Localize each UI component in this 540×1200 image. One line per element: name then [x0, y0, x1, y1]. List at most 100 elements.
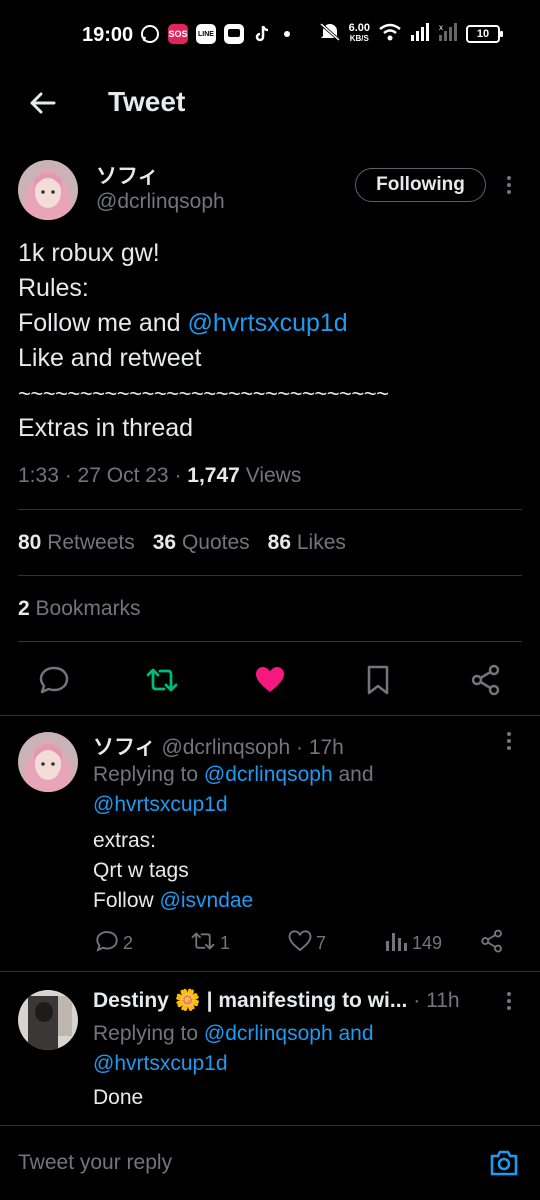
- reply-views-action[interactable]: 149: [384, 929, 442, 958]
- signal-icon: [410, 23, 430, 44]
- back-arrow-icon[interactable]: [26, 86, 60, 120]
- retweets-label: Retweets: [47, 531, 135, 554]
- divider: [18, 575, 522, 576]
- network-speed: 6.00 KB/S: [349, 23, 370, 44]
- reply-body: Replying to @dcrlinqsoph and @hvrtsxcup1…: [93, 760, 513, 916]
- mention-link[interactable]: @hvrtsxcup1d: [188, 309, 348, 337]
- reply-icon: [95, 929, 119, 958]
- status-bar: 19:00 SOS LINE 6.00 KB/S x 10: [0, 0, 540, 72]
- share-icon: [480, 929, 504, 958]
- page-title: Tweet: [108, 86, 186, 117]
- battery-icon: 10: [466, 24, 503, 43]
- quotes-label: Quotes: [181, 531, 250, 554]
- replying-to-user-2[interactable]: @hvrtsxcup1d: [93, 1049, 513, 1079]
- reply-count: 2: [123, 933, 134, 953]
- share-icon[interactable]: [470, 664, 502, 696]
- tweet-text: 1k robux gw! Rules: Follow me and @hvrts…: [18, 236, 528, 446]
- likes-label: Likes: [296, 531, 346, 554]
- reply-author-name[interactable]: Destiny 🌼 | manifesting to wi...: [93, 989, 407, 1012]
- reply-avatar[interactable]: [18, 990, 78, 1050]
- replying-to-user-2[interactable]: @hvrtsxcup1d: [93, 790, 513, 820]
- camera-icon[interactable]: [488, 1147, 520, 1179]
- mute-icon: [319, 22, 341, 45]
- and-label: and: [332, 1022, 374, 1045]
- signal-2-icon: x: [438, 23, 458, 44]
- more-options-icon[interactable]: [506, 176, 512, 194]
- reply-like-action[interactable]: 7: [288, 929, 326, 958]
- reply-icon[interactable]: [38, 664, 70, 696]
- retweets-count: 80: [18, 531, 42, 554]
- author-handle[interactable]: @dcrlinqsoph: [96, 190, 225, 214]
- following-button[interactable]: Following: [355, 168, 486, 202]
- retweet-icon: [190, 929, 216, 958]
- tweet-actions: [0, 660, 540, 700]
- reply-share-action[interactable]: [480, 929, 504, 958]
- svg-text:x: x: [439, 23, 443, 32]
- wifi-icon: [378, 23, 402, 44]
- network-speed-unit: KB/S: [349, 34, 369, 43]
- replying-to-label: Replying to: [93, 763, 204, 786]
- quotes-count: 36: [152, 531, 177, 554]
- retweet-icon[interactable]: [146, 664, 178, 696]
- views-count: 1,747: [187, 464, 240, 487]
- messages-icon: [224, 24, 244, 44]
- reply-text-line-3: Follow @isvndae: [93, 886, 513, 916]
- tweet-line-3-text: Follow me and: [18, 309, 188, 337]
- reply-body: Replying to @dcrlinqsoph and @hvrtsxcup1…: [93, 1019, 513, 1113]
- tweet-line-4: Like and retweet: [18, 344, 202, 372]
- tweet-line-1: 1k robux gw!: [18, 239, 160, 267]
- reply-retweet-action[interactable]: 1: [190, 929, 230, 958]
- whatsapp-icon: [140, 24, 160, 44]
- author-avatar[interactable]: [18, 160, 78, 220]
- tweet-date: 27 Oct 23: [77, 464, 169, 487]
- like-icon[interactable]: [254, 664, 286, 696]
- views-icon: [384, 929, 408, 958]
- reply-input[interactable]: Tweet your reply: [18, 1151, 172, 1175]
- reply-text-line-1: Done: [93, 1086, 144, 1109]
- line-icon: LINE: [196, 24, 216, 44]
- reply-reply-action[interactable]: 2: [95, 929, 133, 958]
- quotes-stat[interactable]: 36 Quotes: [153, 531, 250, 555]
- engagement-stats: 80 Retweets 36 Quotes 86 Likes: [18, 531, 346, 555]
- tiktok-icon: [252, 24, 272, 44]
- replying-to-line: Replying to @dcrlinqsoph and: [93, 760, 513, 790]
- divider: [0, 971, 540, 972]
- like-icon: [288, 929, 312, 958]
- retweets-stat[interactable]: 80 Retweets: [18, 531, 135, 555]
- mention-link[interactable]: @isvndae: [160, 889, 254, 912]
- reply-age: 17h: [308, 736, 344, 759]
- replying-to-user-1[interactable]: @dcrlinqsoph: [204, 1022, 333, 1045]
- reply-avatar[interactable]: [18, 732, 78, 792]
- view-count: 149: [412, 933, 443, 953]
- sos-icon: SOS: [168, 24, 188, 44]
- reply-author-name[interactable]: ソフィ: [93, 736, 156, 759]
- likes-stat[interactable]: 86 Likes: [268, 531, 346, 555]
- replying-to-user-1[interactable]: @dcrlinqsoph: [204, 763, 333, 786]
- reply-header: Destiny 🌼 | manifesting to wi... · 11h: [93, 989, 460, 1012]
- battery-level: 10: [476, 27, 490, 40]
- bookmarks-count: 2: [18, 597, 30, 620]
- like-count: 7: [316, 933, 327, 953]
- bookmarks-stat[interactable]: 2 Bookmarks: [18, 597, 141, 621]
- replying-to-label: Replying to: [93, 1022, 204, 1045]
- tweet-meta: 1:33 · 27 Oct 23 · 1,747 Views: [18, 464, 302, 487]
- likes-count: 86: [267, 531, 292, 554]
- tweet-line-6: Extras in thread: [18, 414, 194, 442]
- reply-more-options-icon[interactable]: [506, 992, 512, 1010]
- tweet-line-2: Rules:: [18, 274, 89, 302]
- status-time: 19:00: [82, 24, 134, 46]
- divider: [18, 509, 522, 510]
- and-label: and: [332, 763, 374, 786]
- reply-composer[interactable]: Tweet your reply: [0, 1125, 540, 1200]
- retweet-count: 1: [220, 933, 231, 953]
- author-name[interactable]: ソフィ: [96, 160, 159, 190]
- views-label: Views: [245, 464, 302, 487]
- tweet-line-3: Follow me and @hvrtsxcup1d: [18, 306, 528, 341]
- bookmarks-label: Bookmarks: [35, 597, 141, 620]
- reply-text-line-2: Qrt w tags: [93, 859, 189, 882]
- tweet-time: 1:33: [18, 464, 59, 487]
- reply-author-handle[interactable]: @dcrlinqsoph: [161, 736, 290, 759]
- reply-more-options-icon[interactable]: [506, 732, 512, 750]
- bookmark-icon[interactable]: [362, 664, 394, 696]
- divider: [18, 641, 522, 642]
